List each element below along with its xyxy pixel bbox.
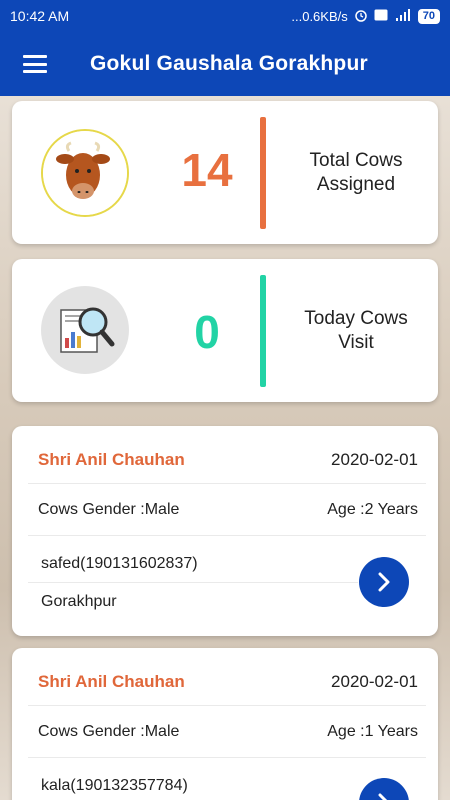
- status-indicators: ...0.6KB/s 70: [291, 8, 440, 25]
- divider: [28, 483, 426, 484]
- owner-name: Shri Anil Chauhan: [38, 672, 185, 691]
- stat-label-line1: Total Cows: [309, 150, 403, 171]
- stat-label-line2: Assigned: [316, 174, 396, 195]
- stat-divider-bar: [260, 275, 266, 387]
- divider: [28, 705, 426, 706]
- today-visit-label: Today Cows Visit: [274, 307, 438, 355]
- cow-gender: Cows Gender :Male: [38, 723, 180, 740]
- cow-location: Gorakhpur: [41, 593, 117, 610]
- record-date: 2020-02-01: [331, 672, 418, 691]
- today-visit-card[interactable]: 0 Today Cows Visit: [12, 259, 438, 402]
- chevron-right-icon: [378, 793, 388, 800]
- today-visit-count: 0: [194, 306, 220, 358]
- cow-age: Age :1 Years: [327, 723, 418, 740]
- volte-icon: [374, 9, 388, 24]
- status-bar: 10:42 AM ...0.6KB/s 70: [0, 0, 450, 32]
- net-speed: ...0.6KB/s: [291, 8, 348, 24]
- record-date: 2020-02-01: [331, 450, 418, 469]
- stat-label-line1: Today Cows: [304, 308, 408, 329]
- alarm-icon: [354, 8, 368, 25]
- total-cows-label: Total Cows Assigned: [274, 149, 438, 197]
- status-time: 10:42 AM: [10, 8, 70, 24]
- open-record-button[interactable]: [359, 557, 409, 607]
- divider: [28, 535, 426, 536]
- app-bar: Gokul Gaushala Gorakhpur: [0, 32, 450, 96]
- divider: [28, 757, 426, 758]
- total-cows-card[interactable]: 14 Total Cows Assigned: [12, 101, 438, 244]
- cow-record-card[interactable]: Shri Anil Chauhan 2020-02-01 Cows Gender…: [12, 426, 438, 636]
- total-cows-count: 14: [181, 144, 233, 196]
- chevron-right-icon: [378, 572, 390, 592]
- divider: [28, 582, 358, 583]
- cow-record-card[interactable]: Shri Anil Chauhan 2020-02-01 Cows Gender…: [12, 648, 438, 800]
- cow-age: Age :2 Years: [327, 501, 418, 518]
- stat-label-line2: Visit: [338, 332, 374, 353]
- cow-gender: Cows Gender :Male: [38, 501, 180, 518]
- stat-divider-bar: [260, 117, 266, 229]
- report-search-icon: [41, 286, 129, 374]
- hamburger-menu-icon[interactable]: [23, 55, 47, 73]
- cow-tag-id: kala(190132357784): [41, 777, 188, 794]
- open-record-button[interactable]: [359, 778, 409, 800]
- owner-name: Shri Anil Chauhan: [38, 450, 185, 469]
- signal-4g-icon: [394, 8, 412, 25]
- cow-tag-id: safed(190131602837): [41, 555, 198, 572]
- app-title: Gokul Gaushala Gorakhpur: [90, 52, 368, 75]
- battery-icon: 70: [417, 8, 440, 24]
- cow-avatar-icon: [41, 129, 129, 217]
